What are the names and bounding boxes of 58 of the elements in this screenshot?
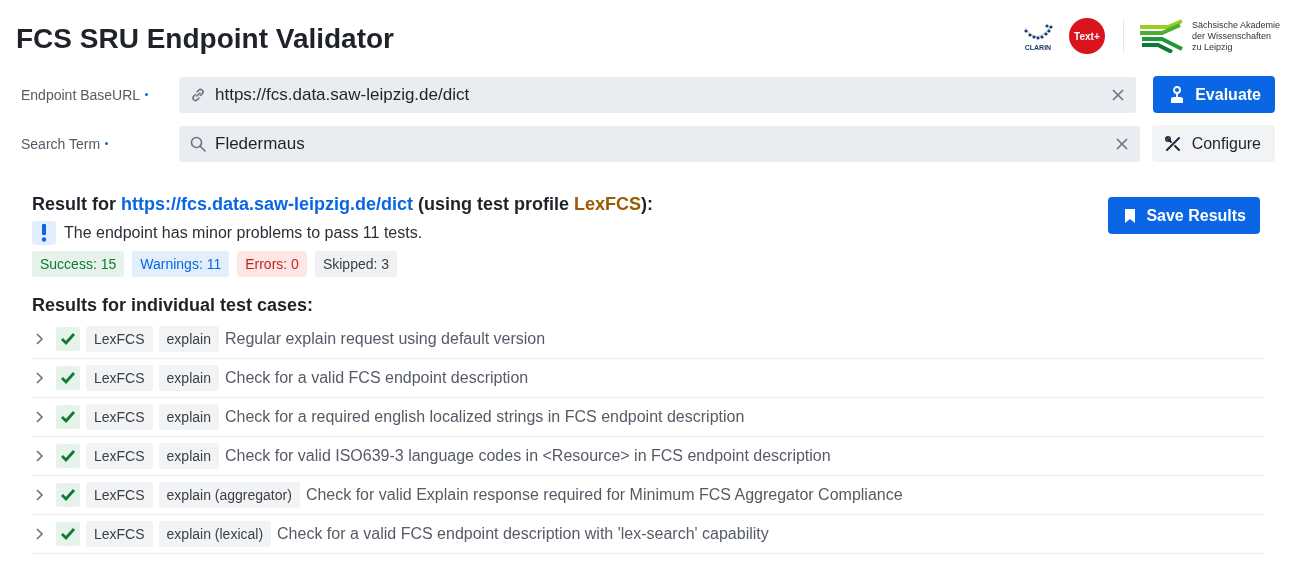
count-badge: Errors: 0 (237, 251, 307, 277)
url-field[interactable]: https://fcs.data.saw-leipzig.de/dict (179, 76, 1137, 113)
tools-icon (1163, 134, 1182, 153)
category-tag: explain (158, 365, 219, 391)
clear-icon[interactable] (1115, 137, 1128, 150)
chevron-icon[interactable] (34, 527, 44, 541)
academy-name: Sächsische Akademie der Wissenschaften zu Leipzig (1191, 19, 1280, 53)
profile-tag: LexFCS (86, 443, 153, 469)
category-tag: explain (158, 443, 219, 469)
category-tag: explain (158, 326, 219, 352)
result-heading: Result for https://fcs.data.saw-leipzig.de/dict (using test profile LexFCS): (32, 194, 654, 215)
academy-logo-icon (1137, 19, 1186, 53)
clear-icon[interactable] (1112, 88, 1125, 101)
count-badge: Success: 15 (32, 251, 125, 277)
profile-tag: LexFCS (86, 521, 153, 547)
check-icon (56, 522, 80, 546)
chevron-icon[interactable] (34, 410, 44, 424)
profile-tag: LexFCS (86, 404, 153, 430)
count-badge: Skipped: 3 (314, 251, 398, 277)
category-tag: explain (158, 404, 219, 430)
test-description: Check for a required english localized strings in FCS endpoint description (224, 408, 745, 426)
section-heading: Results for individual test cases: (32, 295, 315, 316)
result-message: The endpoint has minor problems to pass 11 tests. (64, 224, 423, 242)
chevron-icon[interactable] (34, 488, 44, 502)
profile-tag: LexFCS (86, 365, 153, 391)
test-description: Regular explain request using default version (224, 330, 546, 348)
chevron-icon[interactable] (34, 449, 44, 463)
field-input[interactable]: Fledermaus (215, 133, 1108, 154)
configure-button[interactable]: Configure (1151, 125, 1275, 162)
category-tag: explain (aggregator) (158, 482, 300, 508)
field-input[interactable]: https://fcs.data.saw-leipzig.de/dict (215, 84, 1105, 105)
save-results-button[interactable]: Save Results (1108, 197, 1260, 234)
test-description: Check for valid Explain response required for Minimum FCS Aggregator Compliance (305, 486, 903, 504)
endpoint-link[interactable]: https://fcs.data.saw-leipzig.de/dict (121, 194, 414, 214)
test-description: Check for valid ISO639-3 language codes in <Resource> in FCS endpoint description (224, 447, 831, 465)
check-icon (56, 327, 80, 351)
test-description: Check for a valid FCS endpoint description with 'lex-search' capability (277, 525, 769, 543)
chevron-icon[interactable] (34, 371, 44, 385)
check-icon (56, 366, 80, 390)
exclamation-icon (32, 221, 56, 245)
category-tag: explain (lexical) (158, 521, 272, 547)
check-icon (56, 444, 80, 468)
search-icon (189, 134, 207, 153)
check-icon (56, 483, 80, 507)
test-description: Check for a valid FCS endpoint description (224, 369, 529, 387)
profile-tag: LexFCS (86, 482, 153, 508)
page-title: FCS SRU Endpoint Validator (16, 23, 394, 55)
text-plus-logo: Text+ (1068, 18, 1105, 54)
check-icon (56, 405, 80, 429)
person-icon (1169, 85, 1186, 104)
count-badge: Warnings: 11 (132, 251, 230, 277)
profile-tag: LexFCS (86, 326, 153, 352)
bookmark-icon (1124, 207, 1137, 224)
chevron-icon[interactable] (34, 332, 44, 346)
field-label: Search Term (21, 135, 101, 152)
field-label: Endpoint BaseURL (21, 86, 141, 103)
evaluate-button[interactable]: Evaluate (1153, 76, 1275, 113)
search-field[interactable]: Fledermaus (179, 125, 1140, 162)
